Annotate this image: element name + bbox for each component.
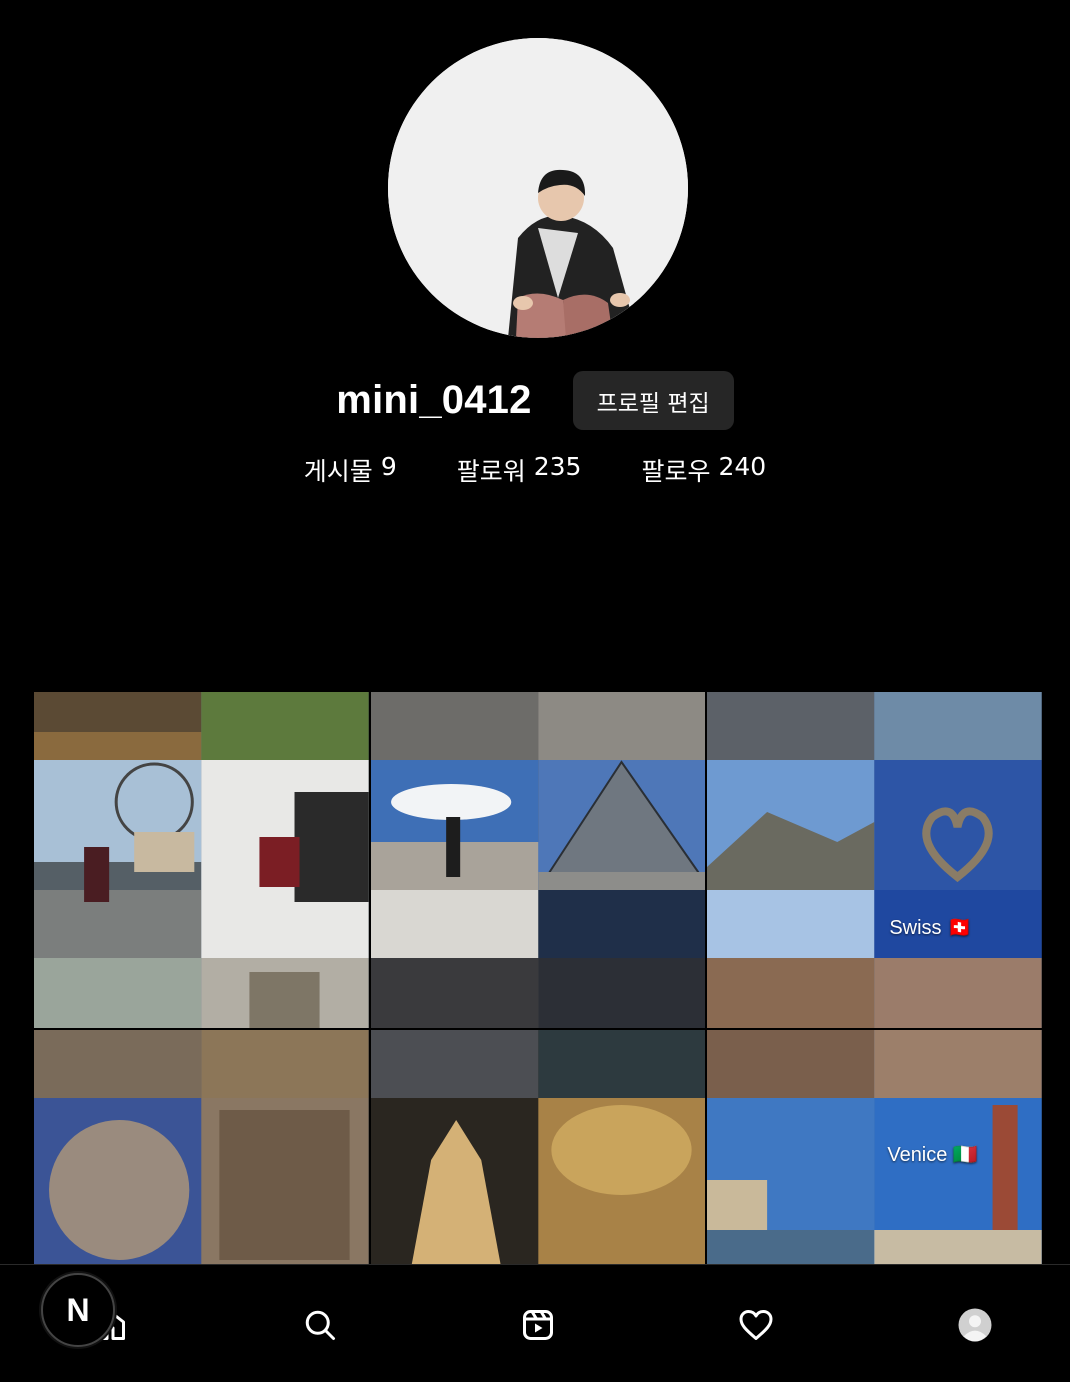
- post-image: [34, 692, 369, 1028]
- post-caption: Swiss 🇨🇭: [889, 917, 973, 939]
- nav-reels[interactable]: [518, 1305, 558, 1345]
- stat-label: 게시물: [303, 457, 373, 486]
- stat-label: 팔로워: [456, 457, 526, 486]
- post-thumbnail[interactable]: Swiss 🇨🇭: [707, 692, 1042, 1028]
- nav-activity[interactable]: [736, 1305, 776, 1345]
- stat-value: 9: [380, 452, 397, 481]
- post-image: [370, 1030, 706, 1266]
- post-grid: Swiss 🇨🇭 Venice 🇮🇹: [34, 692, 1042, 1266]
- post-thumbnail[interactable]: Venice 🇮🇹: [707, 1030, 1042, 1266]
- reels-icon: [523, 1310, 553, 1340]
- profile-icon: [958, 1308, 992, 1342]
- stat-followers[interactable]: 팔로워 235: [457, 452, 582, 488]
- bottom-navigation: [0, 1264, 1070, 1382]
- nav-search[interactable]: [300, 1305, 340, 1345]
- heart-icon: [739, 1310, 773, 1340]
- nav-profile[interactable]: [955, 1305, 995, 1345]
- post-thumbnail[interactable]: [34, 1030, 369, 1266]
- avatar-photo: [388, 38, 688, 338]
- post-image: [34, 1030, 369, 1266]
- edit-profile-button[interactable]: 프로필 편집: [572, 371, 734, 430]
- stat-value: 235: [533, 452, 582, 481]
- stat-following[interactable]: 팔로우 240: [641, 452, 766, 488]
- post-image: [707, 1030, 1042, 1266]
- profile-stats: 게시물 9 팔로워 235 팔로우 240: [0, 452, 1070, 488]
- stat-label: 팔로우: [641, 457, 711, 486]
- post-caption: Venice 🇮🇹: [887, 1144, 978, 1166]
- search-icon: [305, 1310, 335, 1340]
- post-thumbnail[interactable]: [34, 692, 369, 1028]
- post-thumbnail[interactable]: [370, 692, 706, 1028]
- n-badge-button[interactable]: N: [41, 1273, 115, 1347]
- stat-value: 240: [718, 452, 767, 481]
- profile-avatar[interactable]: [388, 38, 688, 338]
- post-image: [707, 692, 1042, 1028]
- stat-posts[interactable]: 게시물 9: [304, 452, 397, 488]
- post-thumbnail[interactable]: [370, 1030, 706, 1266]
- profile-header: mini_0412 프로필 편집: [0, 371, 1070, 430]
- username: mini_0412: [336, 378, 532, 422]
- post-image: [370, 692, 706, 1028]
